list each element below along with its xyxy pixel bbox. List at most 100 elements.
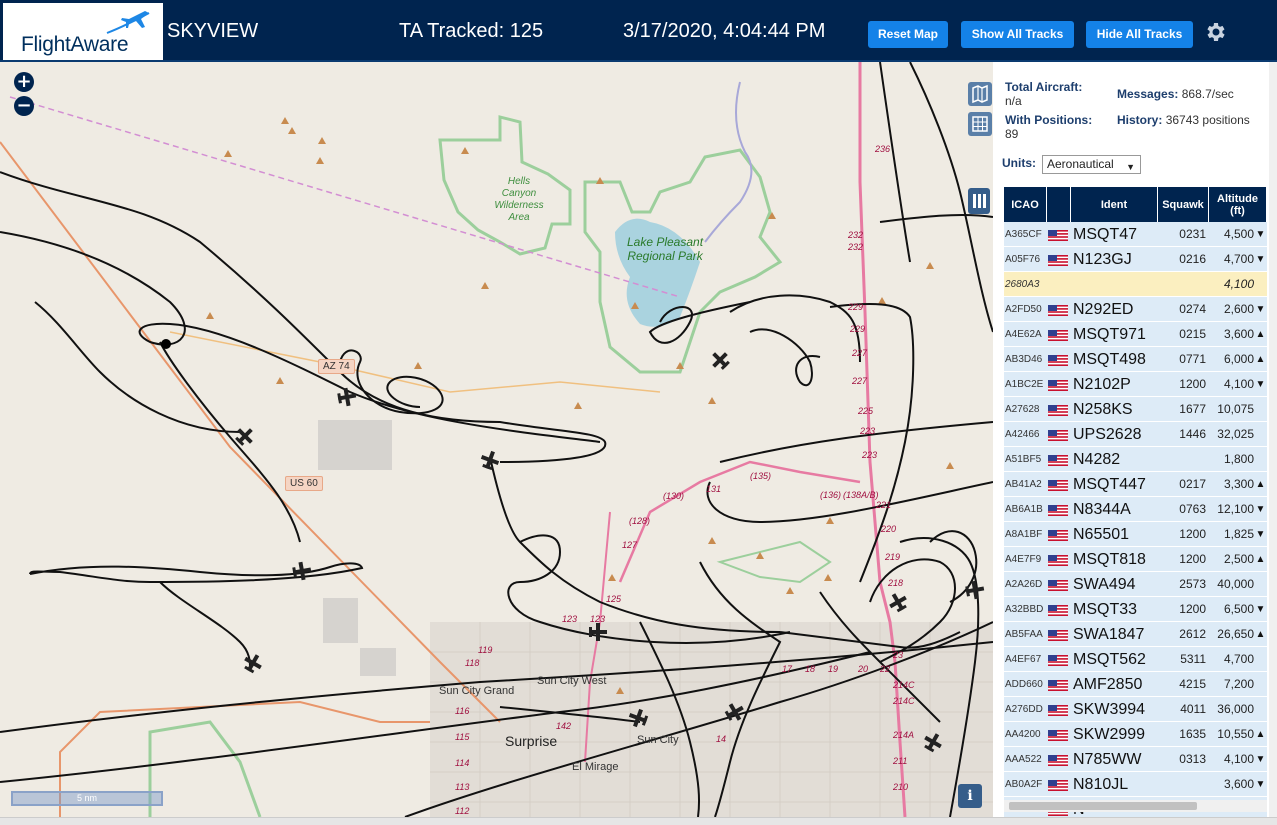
us-flag-icon [1048, 755, 1068, 766]
icao-cell: A32BBD [1005, 604, 1044, 615]
units-select[interactable]: Aeronautical ▼ [1042, 155, 1141, 174]
table-row[interactable]: A365CF MSQT47 0231 4,500 ▼ [1004, 222, 1267, 247]
table-row[interactable]: A32BBD MSQT33 1200 6,500 ▼ [1004, 597, 1267, 622]
table-row[interactable]: A51BF5 N4282 1,800 [1004, 447, 1267, 472]
altitude-trend-icon: ▲ [1255, 629, 1266, 640]
scrollbar-thumb[interactable] [1009, 802, 1197, 810]
reset-map-button[interactable]: Reset Map [868, 21, 948, 48]
map-icon [972, 84, 988, 104]
bottom-scrollbar[interactable] [0, 817, 1277, 825]
table-row[interactable]: A4E7F9 MSQT818 1200 2,500 ▲ [1004, 547, 1267, 572]
icao-cell: 2680A3 [1005, 279, 1040, 290]
flag-cell [1048, 697, 1070, 722]
flag-cell [1048, 272, 1070, 297]
squawk-cell: 1200 [1179, 552, 1206, 566]
chevron-down-icon: ▼ [1126, 162, 1135, 172]
history-value: 36743 positions [1165, 113, 1250, 127]
icao-cell: A27628 [1005, 404, 1040, 415]
column-header-icao[interactable]: ICAO [1004, 187, 1047, 222]
table-row[interactable]: A2A26D SWA494 2573 40,000 [1004, 572, 1267, 597]
table-row[interactable]: A4EF67 MSQT562 5311 4,700 [1004, 647, 1267, 672]
flightaware-logo[interactable]: FlightAware [3, 3, 163, 60]
hwy-label: 20 [858, 664, 869, 674]
table-row[interactable]: A42466 UPS2628 1446 32,025 [1004, 422, 1267, 447]
table-row[interactable]: AB6A1B N8344A 0763 12,100 ▼ [1004, 497, 1267, 522]
squawk-cell: 1446 [1179, 427, 1206, 441]
tracked-count: TA Tracked: 125 [399, 20, 544, 42]
table-row[interactable]: A27628 N258KS 1677 10,075 [1004, 397, 1267, 422]
table-row[interactable]: AA4200 SKW2999 1635 10,550 ▲ [1004, 722, 1267, 747]
horizontal-scrollbar[interactable] [1004, 800, 1267, 812]
table-row[interactable]: 2680A3 4,100 [1004, 272, 1267, 297]
table-row[interactable]: A276DD SKW3994 4011 36,000 [1004, 697, 1267, 722]
icao-cell: A4E7F9 [1005, 554, 1042, 565]
zoom-out-button[interactable]: − [14, 96, 34, 116]
table-row[interactable]: ADD660 AMF2850 4215 7,200 [1004, 672, 1267, 697]
altitude-trend-icon [1255, 422, 1266, 447]
table-row[interactable]: A4E62A MSQT971 0215 3,600 ▲ [1004, 322, 1267, 347]
table-row[interactable]: AB41A2 MSQT447 0217 3,300 ▲ [1004, 472, 1267, 497]
with-positions-value: 89 [1005, 127, 1019, 141]
altitude-trend-icon: ▲ [1255, 729, 1266, 740]
map-scale-bar: 5 nm [11, 791, 163, 806]
flag-cell [1048, 222, 1070, 247]
icao-cell: AB3D46 [1005, 354, 1043, 365]
altitude-trend-icon: ▼ [1255, 379, 1266, 390]
show-all-tracks-button[interactable]: Show All Tracks [961, 21, 1074, 48]
altitude-cell: 1,800 [1223, 452, 1254, 466]
squawk-cell: 0215 [1179, 327, 1206, 341]
table-row[interactable]: AB3D46 MSQT498 0771 6,000 ▲ [1004, 347, 1267, 372]
gear-icon[interactable] [1203, 20, 1227, 44]
altitude-trend-icon: ▼ [1255, 504, 1266, 515]
squawk-cell: 4215 [1179, 677, 1206, 691]
table-row[interactable]: A2FD50 N292ED 0274 2,600 ▼ [1004, 297, 1267, 322]
altitude-cell: 3,300 [1223, 477, 1254, 491]
table-row[interactable]: AB5FAA SWA1847 2612 26,650 ▲ [1004, 622, 1267, 647]
ident-cell: N65501 [1073, 526, 1130, 543]
column-header-squawk[interactable]: Squawk [1158, 187, 1209, 222]
altitude-trend-icon: ▲ [1255, 329, 1266, 340]
shield-us60: US 60 [285, 476, 323, 491]
altitude-cell: 2,500 [1223, 552, 1254, 566]
us-flag-icon [1048, 555, 1068, 566]
place-surprise: Surprise [505, 733, 558, 749]
map-view[interactable]: Sun City Grand Sun City West Surprise Su… [0, 62, 993, 817]
grid-toggle-button[interactable] [968, 112, 992, 136]
logo-text: FlightAware [21, 33, 129, 56]
info-icon[interactable]: i [958, 784, 982, 808]
table-row[interactable]: A1BC2E N2102P 1200 4,100 ▼ [1004, 372, 1267, 397]
with-positions-label: With Positions: [1005, 113, 1093, 127]
squawk-cell: 4011 [1180, 702, 1206, 716]
squawk-cell: 0231 [1179, 227, 1206, 241]
map-layers-button[interactable] [968, 82, 992, 106]
columns-icon [973, 194, 986, 208]
table-row[interactable]: A8A1BF N65501 1200 1,825 ▼ [1004, 522, 1267, 547]
hwy-label: 210 [893, 782, 909, 792]
messages-value: 868.7/sec [1181, 87, 1234, 101]
us-flag-icon [1048, 580, 1068, 591]
table-row[interactable]: AB0A2F N810JL 3,600 ▼ [1004, 772, 1267, 797]
ident-cell: SWA1847 [1073, 626, 1145, 643]
zoom-in-button[interactable]: + [14, 72, 34, 92]
hwy-label: 112 [455, 806, 470, 816]
altitude-trend-icon: ▼ [1255, 254, 1266, 265]
hide-all-tracks-button[interactable]: Hide All Tracks [1086, 21, 1193, 48]
altitude-trend-icon [1255, 572, 1266, 597]
column-toggle-button[interactable] [968, 188, 990, 214]
flag-cell [1048, 472, 1070, 497]
altitude-cell: 36,000 [1217, 702, 1254, 716]
table-row[interactable]: A05F76 N123GJ 0216 4,700 ▼ [1004, 247, 1267, 272]
column-header-flag[interactable] [1047, 187, 1071, 222]
flag-cell [1048, 322, 1070, 347]
table-row[interactable]: AAA522 N785WW 0313 4,100 ▼ [1004, 747, 1267, 772]
altitude-trend-icon: ▼ [1255, 754, 1266, 765]
flag-cell [1048, 522, 1070, 547]
icao-cell: A1BC2E [1005, 379, 1044, 390]
flag-cell [1048, 247, 1070, 272]
vertical-scrollbar[interactable] [1269, 62, 1277, 817]
column-header-ident[interactable]: Ident [1071, 187, 1158, 222]
hwy-label: (135) [750, 471, 772, 481]
column-header-altitude[interactable]: Altitude (ft) [1209, 187, 1267, 222]
squawk-cell: 0313 [1179, 752, 1206, 766]
flag-cell [1048, 447, 1070, 472]
